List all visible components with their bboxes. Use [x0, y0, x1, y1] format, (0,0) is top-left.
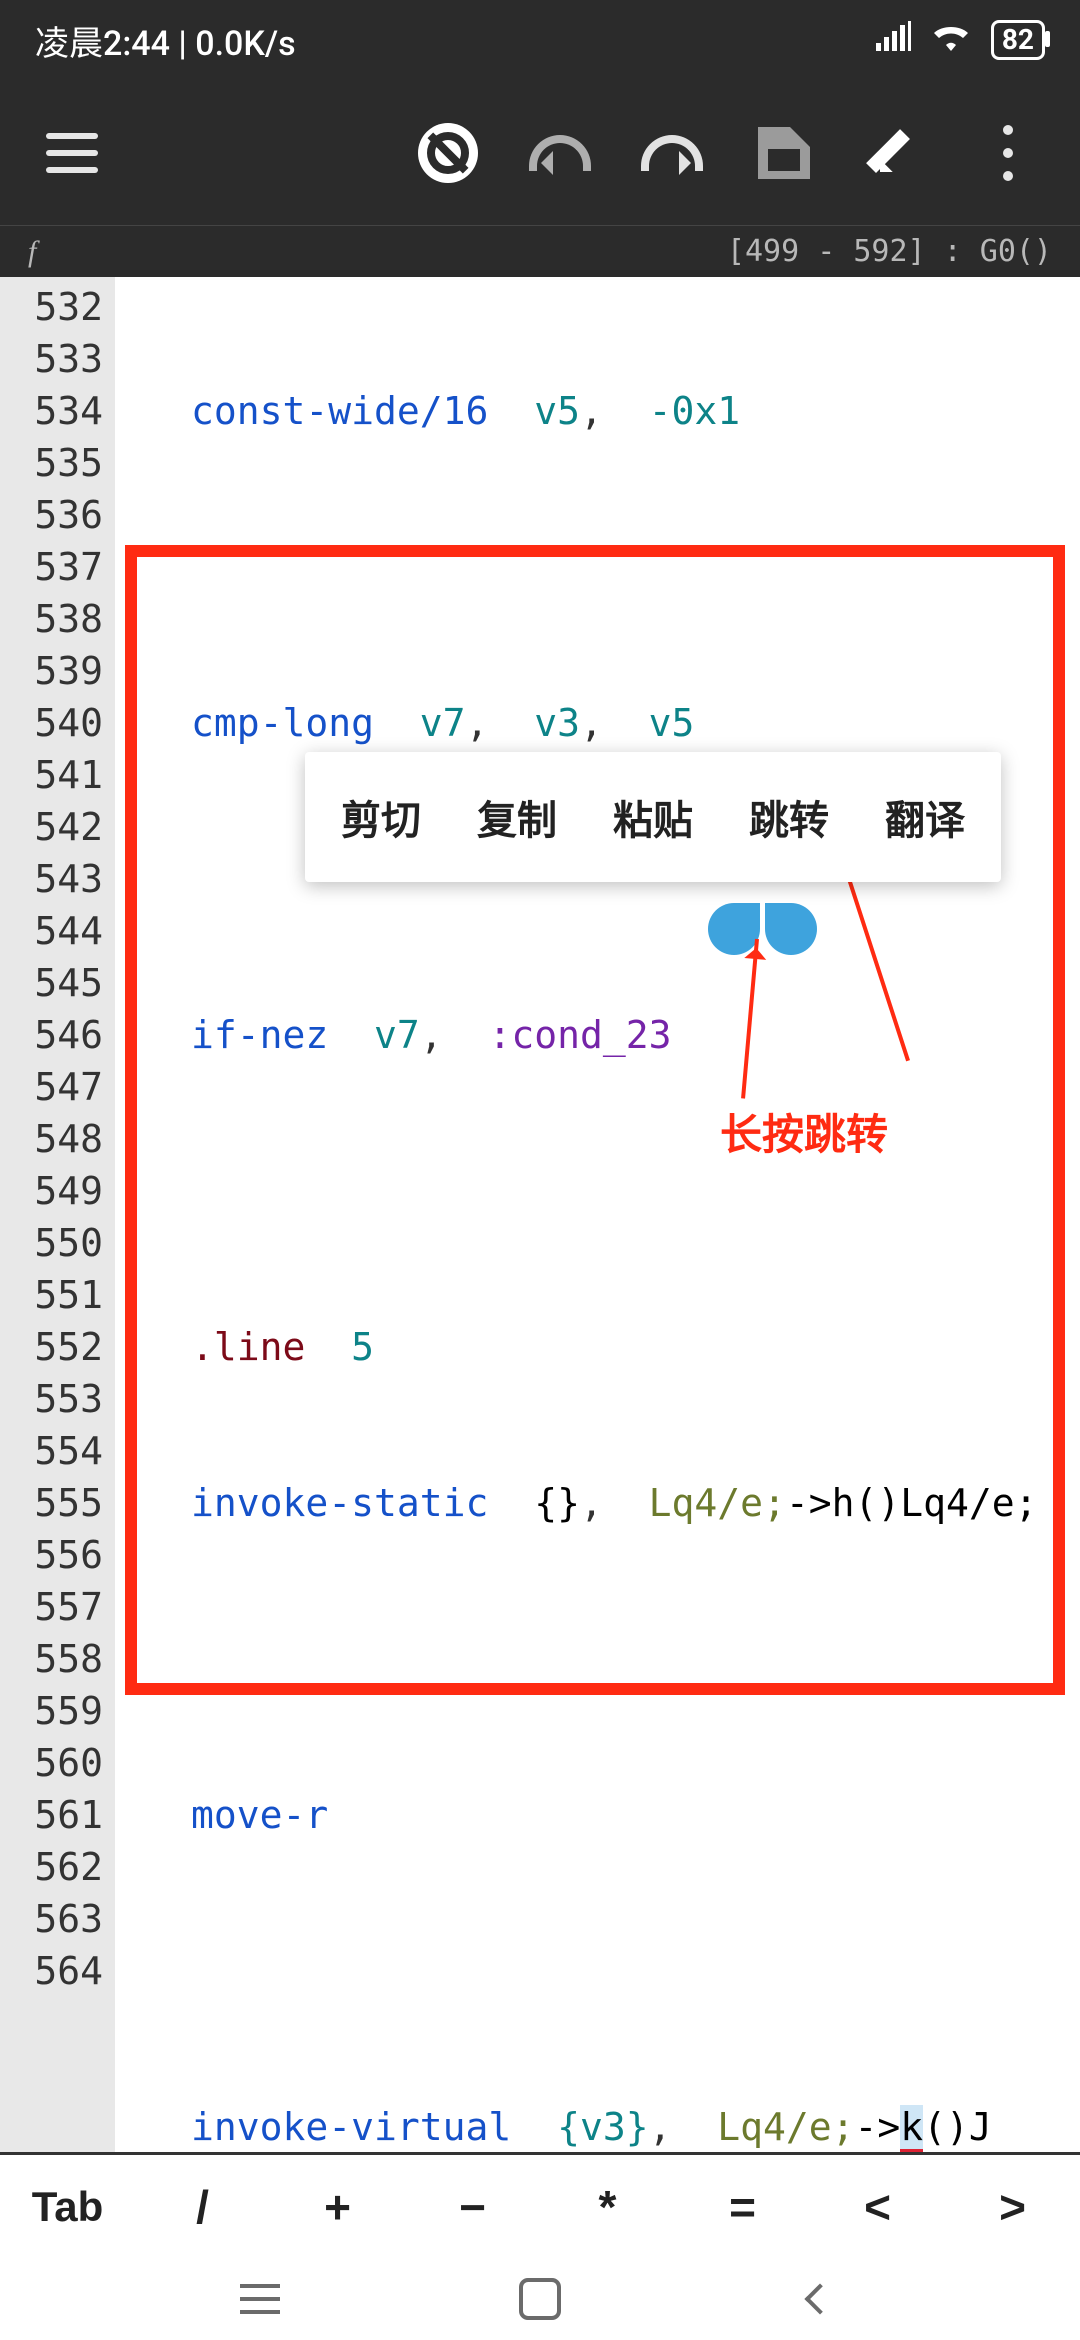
system-nav-bar	[0, 2258, 1080, 2340]
line-number: 560	[0, 1737, 103, 1789]
line-number: 561	[0, 1789, 103, 1841]
line-number: 546	[0, 1009, 103, 1061]
line-number: 552	[0, 1321, 103, 1373]
status-bar: 凌晨2:44 | 0.0K/s 82	[0, 0, 1080, 80]
line-number: 536	[0, 489, 103, 541]
info-bar: f [499 - 592] : G0()	[0, 225, 1080, 277]
signal-icon	[875, 20, 911, 60]
symbol-key-row: Tab / + − * = < >	[0, 2152, 1080, 2258]
line-number: 554	[0, 1425, 103, 1477]
line-number: 544	[0, 905, 103, 957]
line-number: 550	[0, 1217, 103, 1269]
save-button[interactable]	[752, 121, 816, 185]
key-star[interactable]: *	[540, 2180, 675, 2234]
selection-handle-right[interactable]	[765, 903, 817, 955]
menu-jump[interactable]: 跳转	[721, 788, 857, 846]
line-number: 539	[0, 645, 103, 697]
info-right: [499 - 592] : G0()	[727, 234, 1052, 269]
line-number: 537	[0, 541, 103, 593]
edit-button[interactable]	[864, 121, 928, 185]
line-number: 562	[0, 1841, 103, 1893]
menu-copy[interactable]: 复制	[449, 788, 585, 846]
info-left: f	[28, 235, 36, 269]
line-number: 563	[0, 1893, 103, 1945]
menu-button[interactable]	[40, 121, 104, 185]
line-number: 532	[0, 281, 103, 333]
overflow-button[interactable]	[976, 121, 1040, 185]
menu-translate[interactable]: 翻译	[857, 788, 993, 846]
key-lt[interactable]: <	[810, 2180, 945, 2234]
line-number: 533	[0, 333, 103, 385]
key-plus[interactable]: +	[270, 2180, 405, 2234]
key-tab[interactable]: Tab	[0, 2183, 135, 2231]
back-icon	[804, 2283, 835, 2314]
nav-recents[interactable]	[233, 2272, 287, 2326]
app-bar	[0, 80, 1080, 225]
line-number: 548	[0, 1113, 103, 1165]
undo-icon	[529, 135, 591, 171]
line-number: 542	[0, 801, 103, 853]
redo-button[interactable]	[640, 121, 704, 185]
line-number: 549	[0, 1165, 103, 1217]
pencil-icon	[870, 127, 922, 179]
wifi-icon	[931, 20, 971, 60]
status-right: 82	[875, 20, 1045, 60]
status-time: 凌晨2:44 | 0.0K/s	[35, 16, 296, 65]
line-number: 557	[0, 1581, 103, 1633]
line-number: 538	[0, 593, 103, 645]
menu-paste[interactable]: 粘贴	[585, 788, 721, 846]
line-number: 534	[0, 385, 103, 437]
context-menu: 剪切 复制 粘贴 跳转 翻译	[305, 752, 1001, 882]
annotation-label: 长按跳转	[720, 1109, 888, 1161]
line-number: 556	[0, 1529, 103, 1581]
line-number: 558	[0, 1633, 103, 1685]
nav-back[interactable]	[793, 2272, 847, 2326]
line-number: 564	[0, 1945, 103, 1997]
compass-icon	[418, 123, 478, 183]
line-number: 551	[0, 1269, 103, 1321]
line-number: 547	[0, 1061, 103, 1113]
navigate-button[interactable]	[416, 121, 480, 185]
line-number: 555	[0, 1477, 103, 1529]
undo-button[interactable]	[528, 121, 592, 185]
battery-level: 82	[1002, 23, 1034, 56]
line-number: 559	[0, 1685, 103, 1737]
more-icon	[992, 125, 1024, 181]
line-number: 540	[0, 697, 103, 749]
line-number-gutter: 5325335345355365375385395405415425435445…	[0, 277, 115, 2152]
battery-icon: 82	[991, 20, 1045, 60]
line-number: 553	[0, 1373, 103, 1425]
home-icon	[519, 2278, 561, 2320]
recents-icon	[240, 2284, 280, 2314]
key-minus[interactable]: −	[405, 2180, 540, 2234]
key-equals[interactable]: =	[675, 2180, 810, 2234]
line-number: 545	[0, 957, 103, 1009]
save-icon	[758, 127, 810, 179]
nav-home[interactable]	[513, 2272, 567, 2326]
hamburger-icon	[46, 133, 98, 173]
line-number: 535	[0, 437, 103, 489]
line-number: 543	[0, 853, 103, 905]
line-number: 541	[0, 749, 103, 801]
selection-handle-left[interactable]	[708, 903, 760, 955]
code-editor[interactable]: 5325335345355365375385395405415425435445…	[0, 277, 1080, 2152]
key-gt[interactable]: >	[945, 2180, 1080, 2234]
redo-icon	[641, 135, 703, 171]
code-body[interactable]: const-wide/16 v5, -0x1 cmp-long v7, v3, …	[115, 277, 1080, 2152]
menu-cut[interactable]: 剪切	[313, 788, 449, 846]
text-selection[interactable]: k	[900, 2105, 923, 2152]
key-slash[interactable]: /	[135, 2180, 270, 2234]
